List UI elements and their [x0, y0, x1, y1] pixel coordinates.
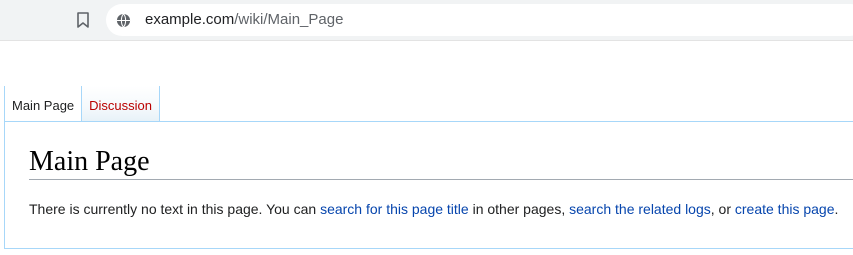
- body-text-part: in other pages,: [468, 201, 570, 217]
- body-text-part: , or: [710, 201, 735, 217]
- tab-main-page[interactable]: Main Page: [4, 86, 83, 122]
- tab-discussion[interactable]: Discussion: [82, 86, 161, 121]
- create-page-link[interactable]: create this page: [735, 201, 835, 217]
- url-host: example.com: [145, 11, 235, 28]
- title-divider: [29, 179, 853, 180]
- page-tabs: Main Page Discussion: [4, 86, 161, 122]
- browser-toolbar: example.com/wiki/Main_Page: [0, 0, 853, 41]
- site-info-icon[interactable]: [116, 13, 131, 28]
- url-path: /wiki/Main_Page: [234, 11, 344, 28]
- page-body-text: There is currently no text in this page.…: [29, 201, 838, 217]
- content-area: Main Page There is currently no text in …: [4, 121, 853, 249]
- address-bar[interactable]: example.com/wiki/Main_Page: [106, 4, 853, 36]
- search-logs-link[interactable]: search the related logs: [569, 201, 711, 217]
- page-title: Main Page: [29, 146, 150, 177]
- url-text[interactable]: example.com/wiki/Main_Page: [145, 11, 343, 28]
- search-title-link[interactable]: search for this page title: [320, 201, 469, 217]
- body-text-part: There is currently no text in this page.…: [29, 201, 321, 217]
- body-text-part: .: [834, 201, 839, 217]
- bookmark-icon[interactable]: [76, 11, 90, 29]
